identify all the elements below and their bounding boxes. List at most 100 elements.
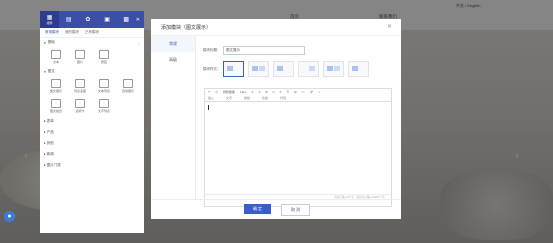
style-thumb bbox=[252, 66, 258, 71]
style-option-1[interactable] bbox=[223, 61, 244, 77]
confirm-button[interactable]: 确 定 bbox=[244, 204, 271, 214]
auto-show-icon bbox=[123, 79, 133, 88]
section-label: 表单 bbox=[46, 119, 54, 123]
expand-icon: ▾ bbox=[44, 69, 46, 74]
section-label: 图片门类 bbox=[46, 163, 61, 167]
component-label: 图文组合 bbox=[49, 109, 62, 113]
style-option-6[interactable] bbox=[348, 61, 369, 77]
source-icon[interactable]: ⌗ bbox=[318, 90, 320, 94]
component-panel: ▦ 组件 ▤ ✿ ▣ ▩ ✕ 常用模块 我的模块 已有模块 ▾ 基础 ⌕ 文本 … bbox=[40, 11, 144, 233]
link-icon[interactable]: 🔗 bbox=[310, 90, 314, 94]
section-news[interactable]: ▸ 新闻 bbox=[40, 149, 144, 160]
style-option-5[interactable] bbox=[323, 61, 344, 77]
text-caret bbox=[208, 105, 209, 110]
style-thumb bbox=[352, 66, 358, 71]
rich-text-editor: ↶ ⎘ 微软雅黑 14px A A B U ≡ ☰ ⊞ ▭ 🔗 ⌗ 插入 文字 … bbox=[204, 88, 392, 207]
section-other[interactable]: ▸ 其他 bbox=[40, 138, 144, 149]
panel-tab-settings[interactable]: ✿ bbox=[78, 11, 97, 28]
group-layout[interactable]: 排版 bbox=[244, 96, 250, 100]
section-label: 新闻 bbox=[46, 152, 54, 156]
page-icon: ▣ bbox=[104, 16, 110, 23]
layout-icon: ▤ bbox=[65, 16, 72, 23]
panel-tab-menu[interactable]: ▩ bbox=[117, 11, 136, 28]
panel-tab-layout[interactable]: ▤ bbox=[59, 11, 78, 28]
underline-icon[interactable]: U bbox=[273, 90, 275, 94]
style-thumb bbox=[309, 66, 315, 71]
editor-content-area[interactable] bbox=[205, 102, 391, 194]
font-color-icon[interactable]: A bbox=[251, 90, 253, 94]
group-code[interactable]: 代码 bbox=[280, 96, 286, 100]
subtab-existing[interactable]: 已有模块 bbox=[85, 30, 99, 35]
section-pictext[interactable]: ▾ 图文 bbox=[40, 67, 144, 76]
style-thumb bbox=[327, 66, 333, 71]
search-icon[interactable]: ⌕ bbox=[138, 41, 140, 45]
close-icon[interactable]: ✕ bbox=[387, 23, 392, 30]
text-list-icon bbox=[99, 79, 109, 88]
side-item-advanced[interactable]: 高级 bbox=[151, 52, 195, 68]
component-label: 图片 bbox=[76, 60, 83, 64]
component-pictext[interactable]: 图文展示 bbox=[44, 76, 68, 96]
basic-grid: 文本 图片 按钮 bbox=[40, 47, 144, 67]
dialog-title: 添加模块（图文展示） bbox=[151, 19, 401, 36]
image-icon bbox=[75, 50, 85, 59]
component-label: 自动展示 bbox=[121, 89, 134, 93]
style-option-3[interactable] bbox=[273, 61, 294, 77]
component-label: 按钮 bbox=[100, 60, 107, 64]
component-image[interactable]: 图片 bbox=[68, 47, 92, 67]
component-tabs[interactable]: 选项卡 bbox=[68, 96, 92, 116]
align-icon[interactable]: ≡ bbox=[280, 90, 282, 94]
copy-icon[interactable]: ⎘ bbox=[216, 90, 218, 94]
component-text[interactable]: 文本 bbox=[44, 47, 68, 67]
style-options bbox=[223, 61, 369, 77]
close-icon[interactable]: ✕ bbox=[136, 17, 140, 23]
component-word-list[interactable]: 文字列表 bbox=[92, 96, 116, 116]
pictext-grid: 图文展示 列表多图 文本列表 自动展示 图文组合 选项卡 文字列表 bbox=[40, 76, 144, 116]
subtab-common[interactable]: 常用模块 bbox=[45, 30, 59, 35]
image-icon[interactable]: ▭ bbox=[302, 90, 305, 94]
style-thumb bbox=[259, 66, 265, 71]
component-multi-image[interactable]: 列表多图 bbox=[68, 76, 92, 96]
word-list-icon bbox=[99, 99, 109, 108]
list-icon[interactable]: ☰ bbox=[286, 90, 289, 94]
chat-icon[interactable]: ● bbox=[4, 211, 15, 222]
tabs-icon bbox=[75, 99, 85, 108]
component-label: 文本列表 bbox=[97, 89, 110, 93]
section-pictext-label: 图文 bbox=[47, 69, 55, 73]
bold-icon[interactable]: B bbox=[265, 90, 267, 94]
cancel-button[interactable]: 取 消 bbox=[281, 204, 310, 216]
side-item-general[interactable]: 常规 bbox=[151, 36, 195, 52]
highlight-icon[interactable]: A bbox=[258, 90, 260, 94]
group-insert[interactable]: 插入 bbox=[208, 96, 214, 100]
pictext-icon bbox=[51, 79, 61, 88]
style-option-2[interactable] bbox=[248, 61, 269, 77]
section-form[interactable]: ▸ 表单 bbox=[40, 116, 144, 127]
section-image-category[interactable]: ▸ 图片门类 bbox=[40, 160, 144, 171]
style-option-4[interactable] bbox=[298, 61, 319, 77]
module-name-input[interactable]: 图文展示 bbox=[223, 45, 305, 55]
component-text-list[interactable]: 文本列表 bbox=[92, 76, 116, 96]
component-label: 列表多图 bbox=[73, 89, 86, 93]
undo-icon[interactable]: ↶ bbox=[208, 90, 211, 94]
module-style-label: 模块样式： bbox=[203, 66, 221, 71]
menu-icon: ▩ bbox=[123, 16, 130, 23]
component-pictext-group[interactable]: 图文组合 bbox=[44, 96, 68, 116]
section-basic[interactable]: ▾ 基础 ⌕ bbox=[40, 38, 144, 47]
group-table[interactable]: 表格 bbox=[262, 96, 268, 100]
component-button[interactable]: 按钮 bbox=[92, 47, 116, 67]
font-size-select[interactable]: 14px bbox=[240, 90, 247, 94]
editor-toolbar-groups: 插入 文字 排版 表格 代码 bbox=[205, 95, 391, 102]
panel-tab-page[interactable]: ▣ bbox=[97, 11, 116, 28]
panel-tab-components[interactable]: ▦ 组件 bbox=[40, 11, 60, 28]
section-product[interactable]: ▸ 产品 bbox=[40, 127, 144, 138]
group-text[interactable]: 文字 bbox=[226, 96, 232, 100]
font-family-select[interactable]: 微软雅黑 bbox=[223, 90, 235, 94]
module-name-row: 模块标题： 图文展示 bbox=[203, 45, 393, 55]
pictext-group-icon bbox=[51, 99, 61, 108]
module-name-label: 模块标题： bbox=[203, 47, 221, 52]
button-icon bbox=[99, 50, 109, 59]
component-auto-show[interactable]: 自动展示 bbox=[116, 76, 140, 96]
table-icon[interactable]: ⊞ bbox=[294, 90, 297, 94]
subtab-mine[interactable]: 我的模块 bbox=[65, 30, 79, 35]
style-thumb bbox=[227, 66, 233, 71]
dialog-form: 模块标题： 图文展示 模块样式： bbox=[203, 45, 393, 83]
